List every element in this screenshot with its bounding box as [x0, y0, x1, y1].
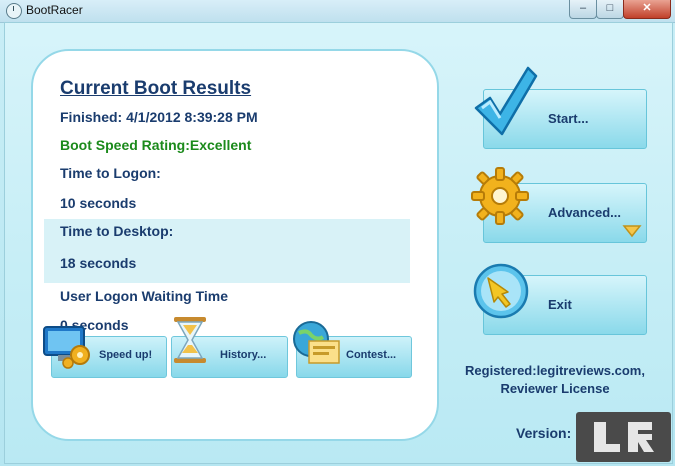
registration-line-2: Reviewer License	[500, 381, 610, 396]
boot-speed-rating: Boot Speed Rating:Excellent	[60, 137, 252, 153]
registration-line-1: Registered:legitreviews.com,	[465, 363, 645, 378]
exit-button[interactable]: Exit	[473, 263, 647, 335]
start-label: Start...	[548, 111, 589, 126]
results-panel: Current Boot Results Finished: 4/1/2012 …	[31, 49, 439, 441]
stopwatch-icon	[6, 3, 22, 19]
globe-certificate-icon	[293, 321, 340, 364]
desktop-label: Time to Desktop:	[60, 223, 174, 239]
results-heading: Current Boot Results	[60, 78, 252, 99]
maximize-button[interactable]: □	[596, 0, 624, 19]
exit-label: Exit	[548, 297, 572, 312]
close-button[interactable]: ✕	[623, 0, 671, 19]
advanced-button[interactable]: Advanced...	[471, 167, 647, 243]
desktop-value: 18 seconds	[60, 255, 137, 271]
bootracer-window: BootRacer – □ ✕ Current Boot Results Fin…	[0, 0, 675, 466]
exit-arrow-icon	[473, 263, 529, 319]
start-button[interactable]: Start...	[474, 66, 647, 149]
history-button[interactable]: History...	[171, 317, 288, 378]
history-label: History...	[220, 349, 267, 361]
minimize-button[interactable]: –	[569, 0, 597, 19]
gear-icon	[471, 167, 529, 225]
legitreviews-logo-icon	[594, 422, 654, 452]
chevron-down-icon[interactable]	[622, 224, 642, 238]
contest-button[interactable]: Contest...	[293, 321, 412, 378]
hourglass-icon	[174, 317, 206, 363]
monitor-gear-icon	[43, 326, 90, 369]
checkmark-icon	[474, 66, 538, 136]
window-title: BootRacer	[26, 3, 83, 17]
logon-label: Time to Logon:	[60, 165, 161, 181]
title-bar[interactable]: BootRacer – □ ✕	[0, 0, 675, 23]
speed-up-button[interactable]: Speed up!	[43, 326, 167, 378]
waiting-label: User Logon Waiting Time	[60, 288, 229, 304]
watermark-logo	[576, 412, 671, 462]
logon-value: 10 seconds	[60, 195, 137, 211]
version-label: Version:	[516, 425, 572, 441]
advanced-label: Advanced...	[548, 205, 621, 220]
finished-text: Finished: 4/1/2012 8:39:28 PM	[60, 109, 258, 125]
speed-up-label: Speed up!	[99, 349, 153, 361]
main-content: Current Boot Results Finished: 4/1/2012 …	[4, 22, 673, 464]
contest-label: Contest...	[346, 349, 397, 361]
